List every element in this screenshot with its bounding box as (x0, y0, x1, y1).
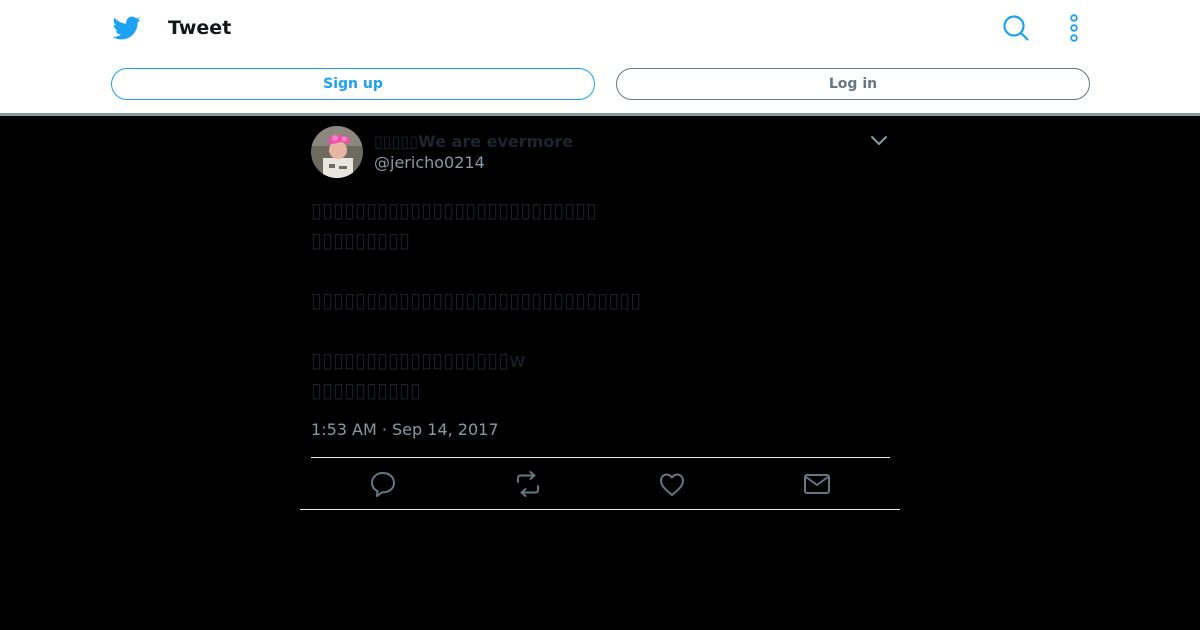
heart-icon[interactable] (657, 469, 687, 499)
mail-icon[interactable] (802, 469, 832, 499)
header-divider (0, 113, 1200, 116)
sign-up-button[interactable]: Sign up (111, 68, 595, 100)
more-vertical-icon[interactable] (1060, 12, 1088, 44)
top-bar: Tweet Sign up Log in (0, 0, 1200, 113)
page-title: Tweet (168, 17, 232, 39)
chevron-down-icon[interactable] (868, 130, 890, 152)
author-display-name[interactable]: ▯▯▯▯▯We are evermore (374, 131, 573, 153)
tweet-timestamp[interactable]: 1:53 AM · Sep 14, 2017 (311, 419, 499, 441)
tweet-text-line: ▯▯▯▯▯▯▯▯▯▯▯▯▯▯▯▯▯▯▯▯▯▯▯▯▯▯ (311, 198, 598, 222)
tweet-text-line: ▯▯▯▯▯▯▯▯▯▯▯▯▯▯▯▯▯▯w (311, 348, 526, 372)
tweet-text-line: ▯▯▯▯▯▯▯▯▯▯▯▯▯▯▯▯▯▯▯▯▯▯▯▯▯▯▯▯▯▯ (311, 288, 642, 312)
tweet-text-line: ▯▯▯▯▯▯▯▯▯ (311, 228, 411, 252)
retweet-icon[interactable] (513, 469, 543, 499)
twitter-bird-icon[interactable] (112, 14, 142, 42)
search-icon[interactable] (1000, 12, 1032, 44)
action-bar-divider-top (311, 457, 890, 458)
tweet-text-line: ▯▯▯▯▯▯▯▯▯▯ (311, 378, 422, 402)
action-bar-divider-bottom (300, 509, 900, 510)
avatar[interactable] (311, 126, 363, 178)
reply-icon[interactable] (368, 469, 398, 499)
author-handle[interactable]: @jericho0214 (374, 152, 485, 174)
log-in-button[interactable]: Log in (616, 68, 1090, 100)
